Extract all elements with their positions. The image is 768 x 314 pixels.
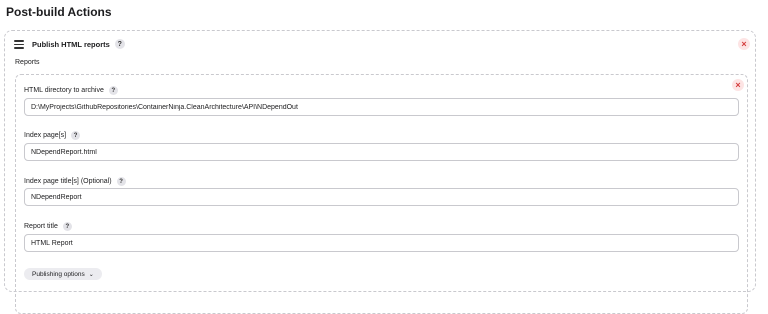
chevron-down-icon: ⌄	[88, 271, 94, 278]
step-title: Publish HTML reports	[32, 39, 110, 49]
delete-step-button[interactable]: ×	[738, 38, 750, 50]
index-pages-label: Index page[s] ?	[24, 131, 81, 140]
index-page-title-label: Index page title[s] (Optional) ?	[24, 177, 126, 186]
delete-report-button[interactable]: ×	[732, 79, 744, 91]
help-icon[interactable]: ?	[116, 177, 126, 186]
reports-label: Reports	[15, 59, 40, 66]
help-icon[interactable]: ?	[108, 86, 118, 95]
index-pages-input[interactable]	[24, 143, 739, 161]
help-icon[interactable]: ?	[71, 131, 81, 140]
index-page-title-input[interactable]	[24, 188, 739, 206]
drag-handle-icon[interactable]	[14, 40, 24, 49]
html-directory-label: HTML directory to archive ?	[24, 86, 118, 95]
report-entry: × HTML directory to archive ? Index page…	[15, 74, 748, 314]
html-directory-label-text: HTML directory to archive	[24, 87, 104, 94]
help-icon[interactable]: ?	[114, 39, 125, 49]
step-header: Publish HTML reports ?	[14, 39, 125, 49]
report-title-label-text: Report title	[24, 223, 58, 230]
report-title-label: Report title ?	[24, 222, 72, 231]
publishing-options-label: Publishing options	[32, 270, 85, 278]
index-page-title-label-text: Index page title[s] (Optional)	[24, 178, 112, 185]
publish-html-step: Publish HTML reports ? × Reports × HTML …	[4, 30, 756, 314]
report-title-input[interactable]	[24, 234, 739, 252]
help-icon[interactable]: ?	[62, 222, 72, 231]
html-directory-input[interactable]	[24, 98, 739, 116]
index-pages-label-text: Index page[s]	[24, 132, 67, 139]
section-title: Post-build Actions	[6, 5, 112, 19]
publishing-options-button[interactable]: Publishing options ⌄	[24, 268, 102, 280]
